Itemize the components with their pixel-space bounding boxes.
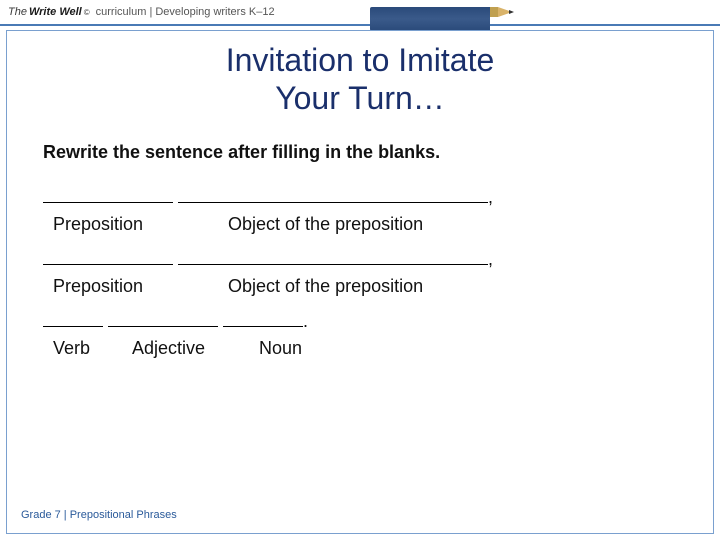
label-noun: Noun bbox=[241, 338, 325, 359]
brand-rest: curriculum | Developing writers K–12 bbox=[96, 6, 275, 18]
label-object-2: Object of the preposition bbox=[198, 276, 498, 297]
slide-body: Rewrite the sentence after filling in th… bbox=[7, 118, 713, 359]
blank-noun bbox=[223, 313, 303, 327]
comma-2: , bbox=[488, 249, 493, 269]
content-frame: Invitation to Imitate Your Turn… Rewrite… bbox=[6, 30, 714, 534]
blank-object-1 bbox=[178, 189, 488, 203]
period: . bbox=[303, 311, 308, 331]
brand-mark: © bbox=[84, 8, 90, 17]
label-preposition-1: Preposition bbox=[53, 214, 193, 235]
label-verb: Verb bbox=[53, 338, 117, 359]
title-line-2: Your Turn… bbox=[7, 79, 713, 117]
label-object-1: Object of the preposition bbox=[198, 214, 498, 235]
slide: The Write Well © curriculum | Developing… bbox=[0, 0, 720, 540]
blank-object-2 bbox=[178, 251, 488, 265]
blank-row-2: , bbox=[43, 249, 677, 270]
instruction-text: Rewrite the sentence after filling in th… bbox=[43, 142, 677, 163]
label-row-1: Preposition Object of the preposition bbox=[43, 214, 677, 235]
label-preposition-2: Preposition bbox=[53, 276, 193, 297]
brand-the: The bbox=[8, 6, 27, 18]
blank-preposition-2 bbox=[43, 251, 173, 265]
brand-name: Write Well bbox=[29, 6, 82, 18]
footer-text: Grade 7 | Prepositional Phrases bbox=[21, 509, 177, 521]
slide-title: Invitation to Imitate Your Turn… bbox=[7, 41, 713, 118]
comma-1: , bbox=[488, 187, 493, 207]
label-row-3: Verb Adjective Noun bbox=[43, 338, 677, 359]
blank-adjective bbox=[108, 313, 218, 327]
blank-verb bbox=[43, 313, 103, 327]
top-bar: The Write Well © curriculum | Developing… bbox=[0, 0, 720, 26]
blank-preposition-1 bbox=[43, 189, 173, 203]
brand: The Write Well © curriculum | Developing… bbox=[8, 6, 275, 18]
blank-row-3: . bbox=[43, 311, 677, 332]
pencil-icon bbox=[370, 4, 520, 20]
blank-row-1: , bbox=[43, 187, 677, 208]
title-line-1: Invitation to Imitate bbox=[7, 41, 713, 79]
label-row-2: Preposition Object of the preposition bbox=[43, 276, 677, 297]
label-adjective: Adjective bbox=[122, 338, 236, 359]
